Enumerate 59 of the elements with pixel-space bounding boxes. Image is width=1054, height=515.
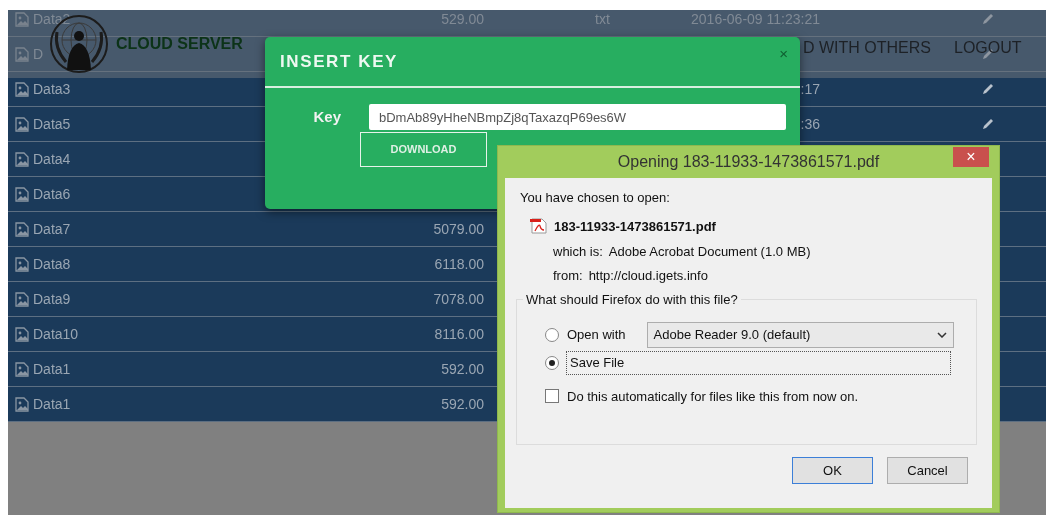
image-file-icon (15, 81, 29, 97)
file-type: Adobe Acrobat Document (1.0 MB) (608, 243, 811, 261)
close-button[interactable]: × (953, 147, 989, 167)
file-name[interactable]: Data1 (33, 393, 71, 415)
image-file-icon (15, 396, 29, 412)
file-name: 183-11933-1473861571.pdf (554, 217, 716, 236)
chevron-down-icon (936, 332, 947, 338)
file-size: 8116.00 (434, 325, 484, 342)
pencil-icon[interactable] (980, 116, 996, 132)
file-size: 7078.00 (433, 290, 484, 307)
download-button[interactable]: DOWNLOAD (360, 132, 487, 167)
modal-title: INSERT KEY (280, 50, 399, 73)
file-name[interactable]: Data9 (33, 288, 71, 310)
file-name[interactable]: Data6 (33, 183, 71, 205)
field-label: from: (553, 266, 583, 285)
dialog-button[interactable]: OK (792, 457, 873, 484)
file-size: 592.00 (441, 395, 484, 412)
radio-button[interactable] (545, 355, 559, 370)
file-size: 529.00 (441, 10, 484, 27)
intro-text: You have chosen to open: (520, 189, 671, 207)
app-select[interactable]: Adobe Reader 9.0 (default) (646, 322, 954, 348)
file-size: 5079.00 (433, 220, 484, 237)
file-type: txt (595, 10, 610, 27)
pdf-icon (530, 218, 548, 235)
image-file-icon (15, 116, 29, 132)
image-file-icon (15, 256, 29, 272)
file-name[interactable]: Data7 (33, 218, 71, 240)
close-button[interactable]: × (779, 43, 788, 66)
date-time: 2016-06-09 11:23:21 (691, 10, 820, 27)
checkbox[interactable] (545, 389, 559, 404)
file-name[interactable]: Data4 (33, 148, 71, 170)
image-file-icon (15, 291, 29, 307)
key-input[interactable]: bDmAb89yHheNBmpZj8qTaxazqP69es6W (369, 104, 786, 130)
file-size: 592.00 (441, 360, 484, 377)
radio-button[interactable] (545, 328, 559, 342)
option-label[interactable]: Open with (567, 325, 626, 345)
checkbox-label[interactable]: Do this automatically for files like this from now on. (567, 386, 859, 406)
source-url: http://cloud.igets.info (588, 266, 708, 285)
option-label[interactable]: Save File (567, 352, 950, 374)
image-file-icon (15, 221, 29, 237)
file-name[interactable]: Data10 (33, 323, 79, 345)
field-label: which is: (553, 243, 603, 261)
file-name[interactable]: Data8 (33, 253, 71, 275)
date-time: :17 (800, 80, 820, 97)
image-file-icon (15, 11, 29, 27)
image-file-icon (15, 361, 29, 377)
key-label: Key (313, 107, 341, 125)
image-file-icon (15, 326, 29, 342)
image-file-icon (15, 46, 29, 62)
file-size: 6118.00 (434, 255, 484, 272)
pencil-icon[interactable] (980, 81, 996, 97)
file-name[interactable]: Data3 (33, 78, 71, 100)
file-name[interactable]: Data5 (33, 113, 71, 135)
date-time: :36 (800, 115, 820, 132)
image-file-icon (15, 186, 29, 202)
dialog-button[interactable]: Cancel (887, 457, 968, 484)
dialog-title: Opening 183-11933-1473861571.pdf (617, 152, 880, 172)
file-name[interactable]: Data1 (33, 358, 71, 380)
image-file-icon (15, 151, 29, 167)
